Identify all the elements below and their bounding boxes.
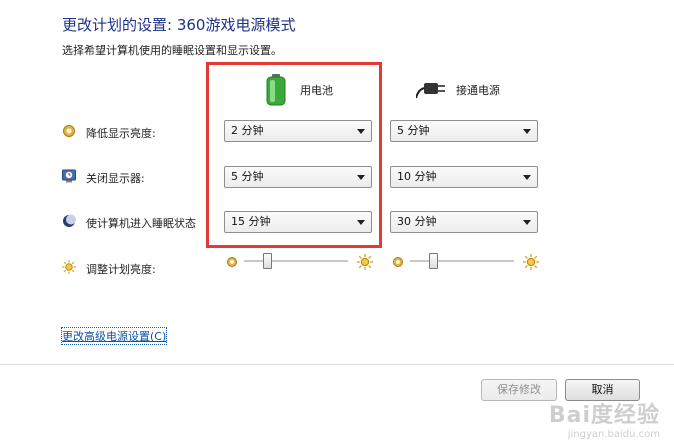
slider-track [410, 260, 514, 263]
plugged-column-header: 接通电源 [416, 76, 536, 106]
plugged-column-label: 接通电源 [456, 84, 500, 97]
dim-display-plugged-select[interactable]: 5 分钟 [390, 120, 538, 142]
power-plug-icon [416, 83, 445, 99]
monitor-clock-icon [62, 169, 76, 183]
chevron-down-icon [523, 129, 531, 134]
brightness-dim-icon [63, 125, 75, 137]
brightness-high-icon [523, 254, 539, 270]
sleep-plugged-select[interactable]: 30 分钟 [390, 211, 538, 233]
select-value: 10 分钟 [397, 170, 437, 183]
watermark-url: jingyan.baidu.com [567, 429, 660, 440]
brightness-high-icon [357, 254, 373, 270]
brightness-low-icon [227, 257, 237, 267]
highlight-box [206, 62, 382, 248]
select-value: 5 分钟 [397, 124, 430, 137]
sun-icon [62, 260, 76, 274]
brightness-low-icon [393, 257, 403, 267]
turn-off-display-plugged-select[interactable]: 10 分钟 [390, 166, 538, 188]
slider-thumb[interactable] [263, 253, 272, 269]
select-value: 30 分钟 [397, 215, 437, 228]
row-label-turn-off-display: 关闭显示器: [86, 172, 145, 185]
slider-thumb[interactable] [429, 253, 438, 269]
advanced-power-settings-link[interactable]: 更改高级电源设置(C) [61, 327, 168, 345]
row-label-sleep: 使计算机进入睡眠状态 [86, 217, 196, 230]
page-subtitle: 选择希望计算机使用的睡眠设置和显示设置。 [62, 44, 282, 57]
row-label-brightness: 调整计划亮度: [86, 263, 156, 276]
footer-divider [0, 364, 674, 365]
moon-sleep-icon [63, 214, 76, 227]
plugged-brightness-slider[interactable] [410, 252, 514, 272]
watermark-logo: Bai度经验 jingyan.baidu.com [549, 397, 660, 440]
battery-brightness-slider[interactable] [244, 252, 348, 272]
page-title: 更改计划的设置: 360游戏电源模式 [62, 16, 296, 34]
row-label-dim-display: 降低显示亮度: [86, 127, 156, 140]
chevron-down-icon [523, 220, 531, 225]
save-changes-button[interactable]: 保存修改 [481, 379, 557, 401]
slider-track [244, 260, 348, 263]
watermark-brand: Bai度经验 [548, 403, 660, 428]
chevron-down-icon [523, 175, 531, 180]
